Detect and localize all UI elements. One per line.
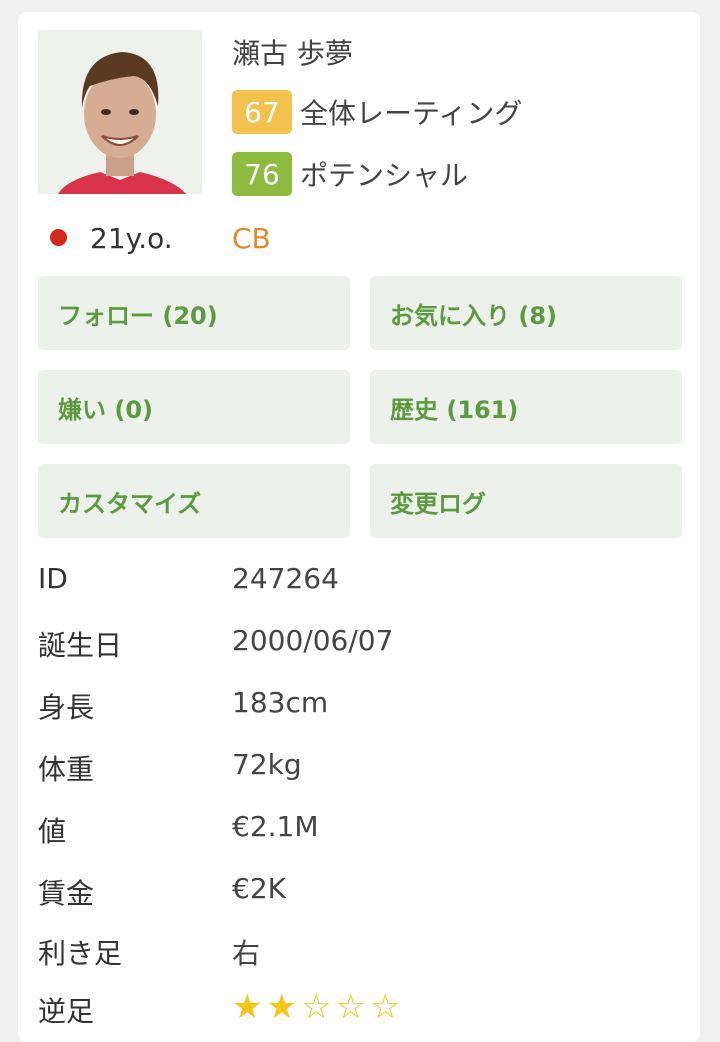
star-icon: ★ <box>266 987 297 1027</box>
info-value-wage: €2K <box>232 872 286 905</box>
potential-rating-row: 76 ポテンシャル <box>232 152 468 196</box>
overall-rating-row: 67 全体レーティング <box>232 90 522 134</box>
weak-foot-rating: ★ ★ ☆ ☆ ☆ <box>232 990 400 1024</box>
dislike-button[interactable]: 嫌い (0) <box>38 370 350 444</box>
player-photo <box>38 30 202 194</box>
overall-rating-badge: 67 <box>232 90 292 134</box>
info-value-preferred-foot: 右 <box>232 937 261 970</box>
potential-rating-label: ポテンシャル <box>300 159 469 192</box>
info-label-weight: 体重 <box>38 753 95 786</box>
star-icon: ☆ <box>369 987 401 1027</box>
info-label-weak-foot: 逆足 <box>38 995 95 1028</box>
info-value-birthday: 2000/06/07 <box>232 624 394 657</box>
nation-flag-icon <box>50 229 67 246</box>
follow-button[interactable]: フォロー (20) <box>38 276 350 350</box>
info-label-id: ID <box>38 562 68 595</box>
player-name: 瀬古 歩夢 <box>232 37 353 70</box>
info-value-id: 247264 <box>232 562 339 595</box>
info-value-weight: 72kg <box>232 748 302 781</box>
overall-rating-label: 全体レーティング <box>300 97 523 130</box>
info-value-value: €2.1M <box>232 810 319 843</box>
changelog-button[interactable]: 変更ログ <box>370 464 682 538</box>
info-value-height: 183cm <box>232 686 329 719</box>
player-age: 21y.o. <box>90 221 173 255</box>
star-icon: ★ <box>232 987 263 1027</box>
history-button[interactable]: 歴史 (161) <box>370 370 682 444</box>
info-label-wage: 賃金 <box>38 877 95 910</box>
potential-rating-badge: 76 <box>232 152 292 196</box>
info-label-value: 値 <box>38 815 67 848</box>
info-label-birthday: 誕生日 <box>38 629 123 662</box>
info-label-height: 身長 <box>38 691 95 724</box>
info-label-preferred-foot: 利き足 <box>38 937 123 970</box>
star-icon: ☆ <box>300 987 332 1027</box>
star-icon: ☆ <box>335 987 366 1027</box>
player-position[interactable]: CB <box>232 216 271 260</box>
favorite-button[interactable]: お気に入り (8) <box>370 276 682 350</box>
customize-button[interactable]: カスタマイズ <box>38 464 350 538</box>
